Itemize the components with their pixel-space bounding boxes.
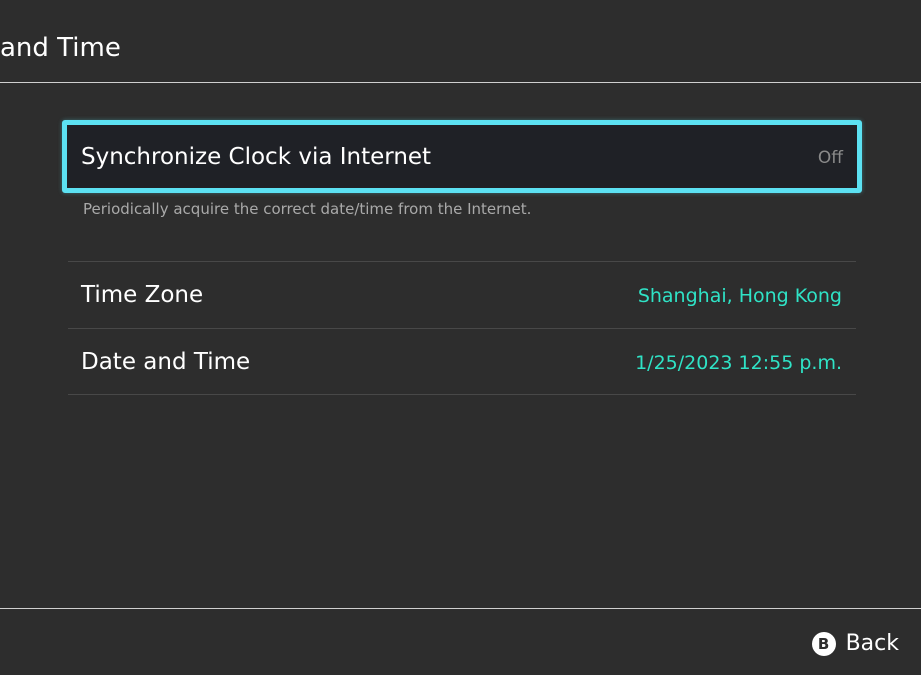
back-button[interactable]: B Back: [811, 629, 899, 659]
sync-clock-description: Periodically acquire the correct date/ti…: [83, 200, 532, 218]
date-and-time-label: Date and Time: [81, 349, 251, 375]
time-zone-value: Shanghai, Hong Kong: [637, 285, 842, 307]
time-zone-label: Time Zone: [81, 282, 204, 308]
b-button-icon: B: [811, 632, 836, 656]
settings-content: Synchronize Clock via Internet Off Perio…: [0, 83, 921, 608]
header-bar: and Time: [0, 0, 921, 83]
divider: [68, 394, 856, 395]
back-label: Back: [845, 631, 899, 656]
date-and-time-setting[interactable]: Date and Time 1/25/2023 12:55 p.m.: [68, 329, 856, 395]
sync-clock-setting[interactable]: Synchronize Clock via Internet Off: [62, 120, 862, 193]
time-zone-setting[interactable]: Time Zone Shanghai, Hong Kong: [68, 262, 856, 328]
sync-clock-value: Off: [817, 148, 843, 168]
date-and-time-value: 1/25/2023 12:55 p.m.: [635, 352, 842, 374]
footer-bar: B Back: [0, 608, 921, 675]
sync-clock-label: Synchronize Clock via Internet: [81, 144, 432, 170]
page-title: and Time: [0, 33, 121, 63]
